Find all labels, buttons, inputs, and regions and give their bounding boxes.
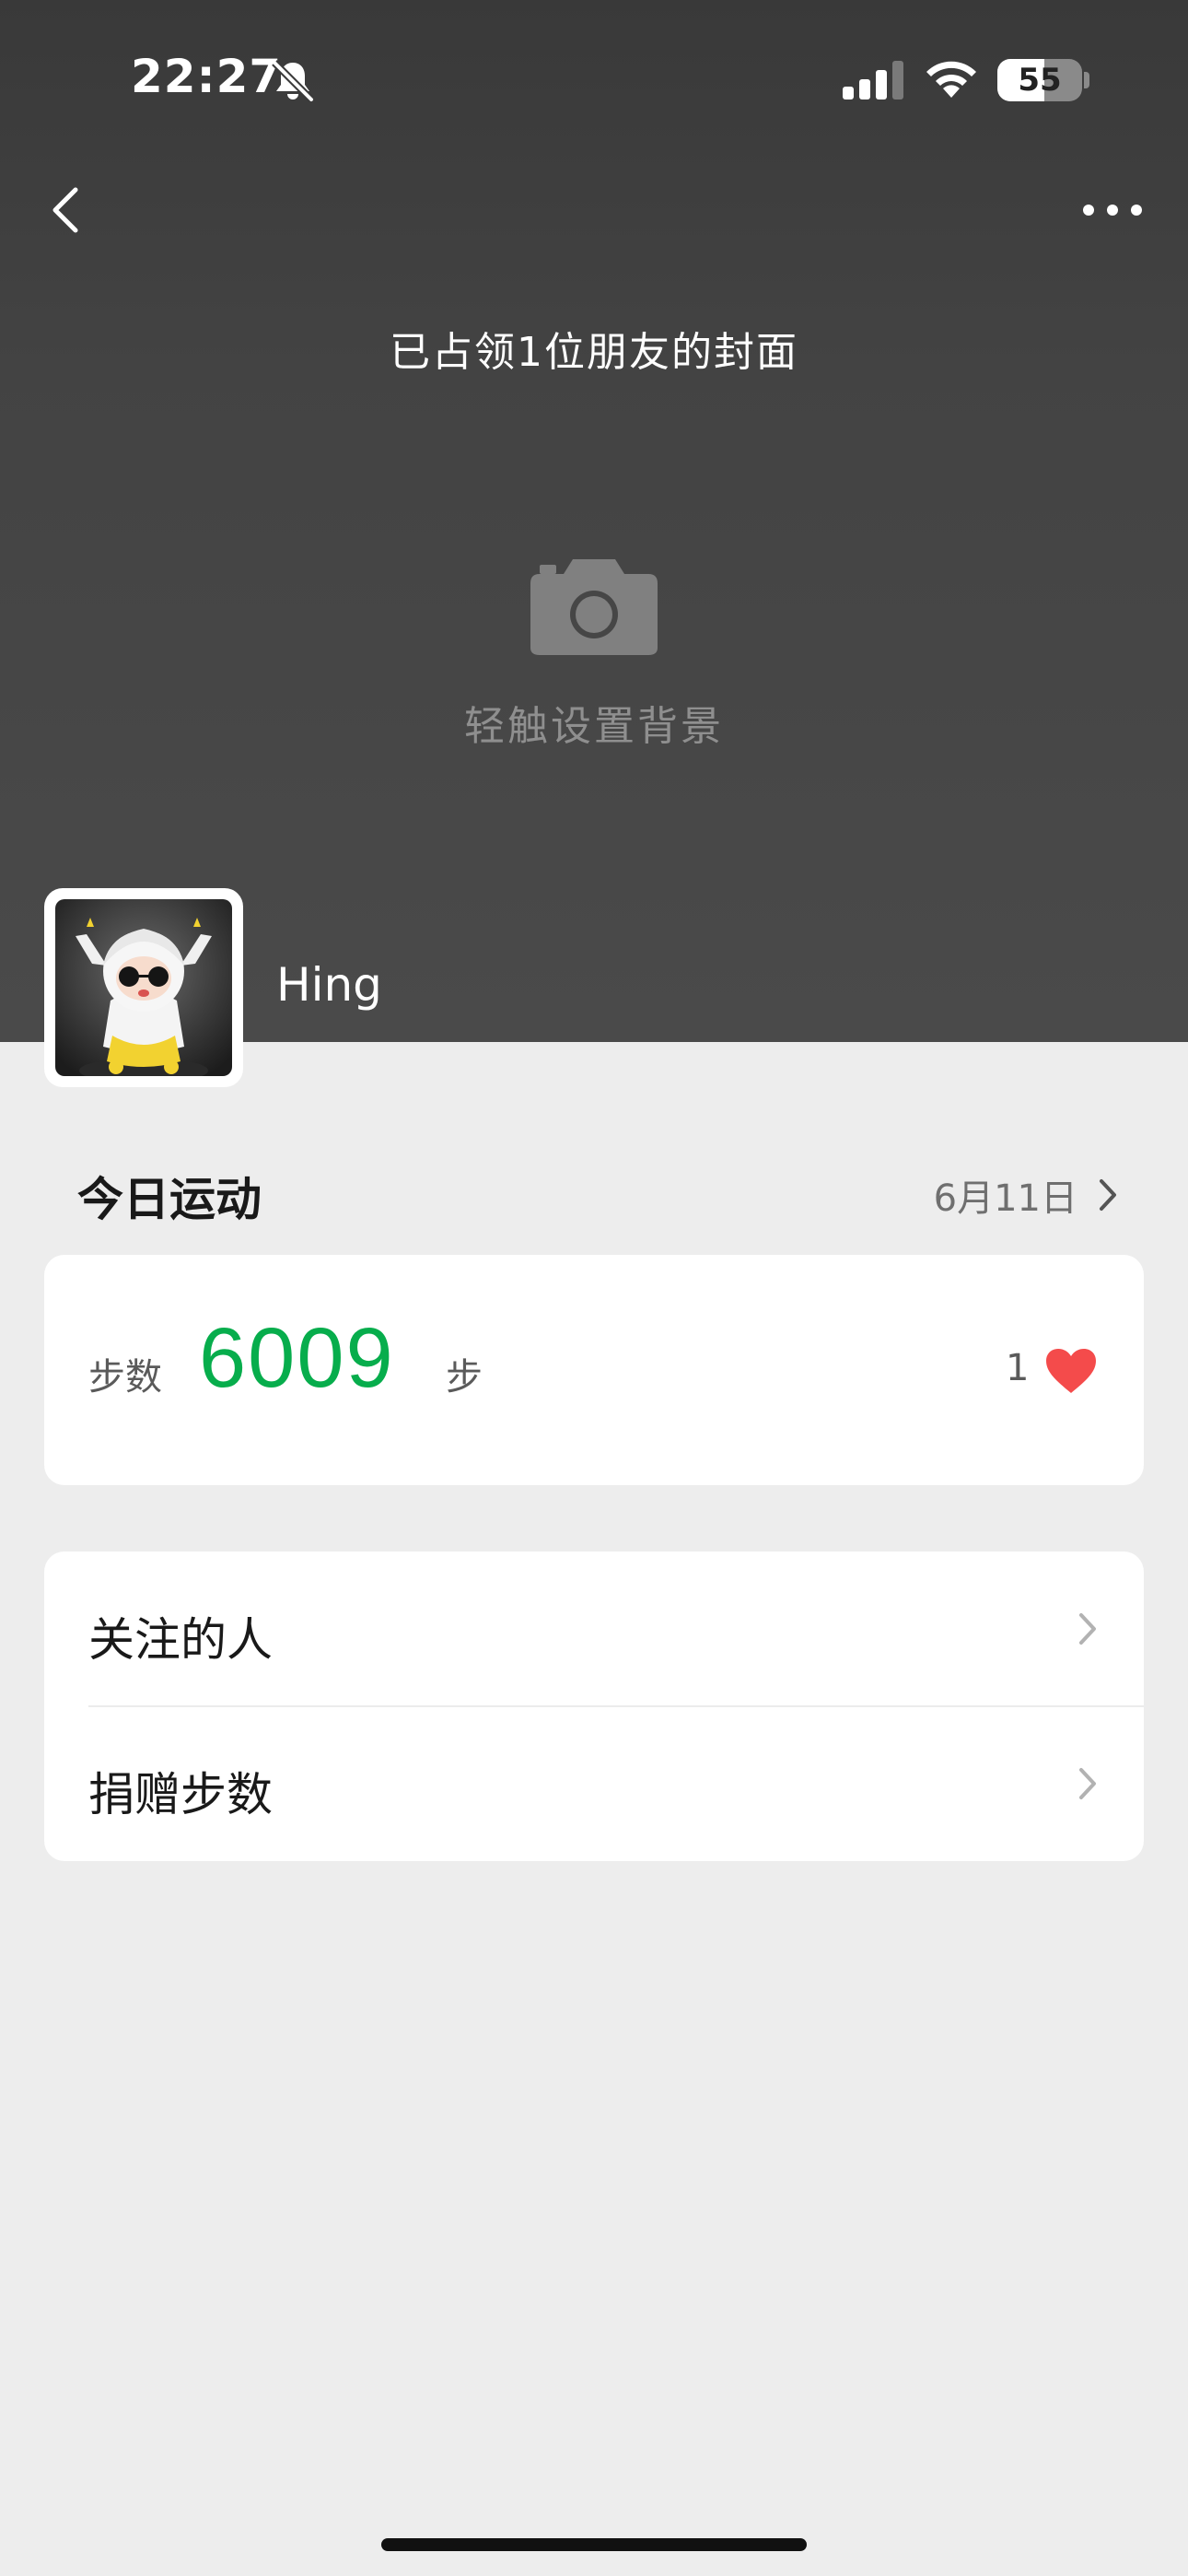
menu-item-following[interactable]: 关注的人 [44, 1551, 1144, 1707]
cover-caption: 已占领1位朋友的封面 [390, 329, 798, 376]
chevron-right-icon [1100, 1179, 1116, 1211]
chevron-right-icon [1079, 1613, 1096, 1645]
username: Hing [276, 958, 382, 1012]
likes-count: 1 [1006, 1347, 1030, 1389]
status-bar: 22:27 55 [0, 0, 1188, 147]
menu-card: 关注的人 捐赠步数 [44, 1551, 1144, 1861]
menu-item-label: 捐赠步数 [88, 1768, 273, 1821]
more-button[interactable] [1076, 184, 1149, 236]
status-time: 22:27 [131, 50, 283, 103]
heart-icon[interactable] [1044, 1347, 1098, 1395]
battery-icon: 55 [997, 59, 1082, 101]
wifi-icon [926, 61, 976, 98]
home-indicator[interactable] [381, 2538, 807, 2551]
cover-area[interactable]: 22:27 55 已占领1位朋友的封面 轻触设置背景 Hing [0, 0, 1188, 1042]
back-button[interactable] [37, 177, 92, 243]
menu-item-label: 关注的人 [88, 1613, 273, 1667]
battery-percent: 55 [1018, 62, 1062, 99]
date-label: 6月11日 [933, 1177, 1077, 1220]
steps-label: 步数 [88, 1356, 162, 1399]
signal-icon [843, 61, 903, 100]
avatar-image [55, 899, 232, 1076]
avatar[interactable] [44, 888, 243, 1087]
battery-cap [1084, 72, 1089, 88]
steps-unit: 步 [446, 1356, 483, 1399]
date-selector[interactable]: 6月11日 [934, 1168, 1120, 1222]
chevron-right-icon [1079, 1768, 1096, 1799]
menu-item-donate-steps[interactable]: 捐赠步数 [44, 1706, 1144, 1861]
bell-slash-icon [272, 60, 314, 102]
set-background-button[interactable]: 轻触设置背景 [0, 693, 1188, 752]
steps-value: 6009 [199, 1311, 395, 1405]
camera-icon[interactable] [530, 559, 658, 655]
steps-card[interactable]: 步数 6009 步 1 [44, 1255, 1144, 1485]
section-title-today: 今日运动 [77, 1173, 262, 1226]
